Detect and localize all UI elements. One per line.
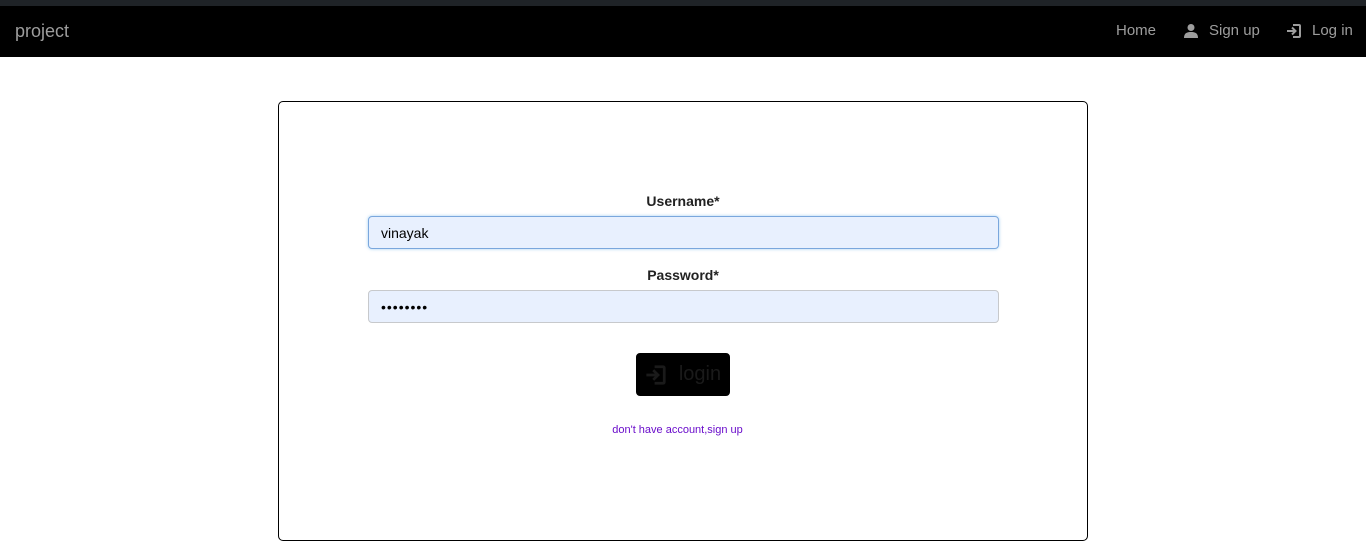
login-button-label: login <box>678 363 722 385</box>
login-card: Username* Password* login don't have acc… <box>278 101 1088 541</box>
log-in-icon <box>1286 23 1302 39</box>
nav-login-label: Log in <box>1312 22 1353 39</box>
nav-home-label: Home <box>1116 22 1157 39</box>
username-label: Username* <box>646 193 720 209</box>
username-input[interactable] <box>368 216 999 249</box>
nav-login-link[interactable]: Log in <box>1286 21 1353 41</box>
brand-link[interactable]: project <box>15 21 69 41</box>
user-icon <box>1183 23 1199 39</box>
password-label: Password* <box>647 267 719 283</box>
signup-link[interactable]: don't have account,sign up <box>279 424 1076 436</box>
nav-signup-label: Sign up <box>1209 22 1260 39</box>
navbar: project Home Sign up Log in <box>0 6 1366 57</box>
password-input[interactable] <box>368 290 999 323</box>
login-button[interactable]: login <box>636 353 730 396</box>
log-in-icon <box>645 364 667 386</box>
nav-home-link[interactable]: Home <box>1116 21 1156 41</box>
nav-signup-link[interactable]: Sign up <box>1183 21 1260 41</box>
